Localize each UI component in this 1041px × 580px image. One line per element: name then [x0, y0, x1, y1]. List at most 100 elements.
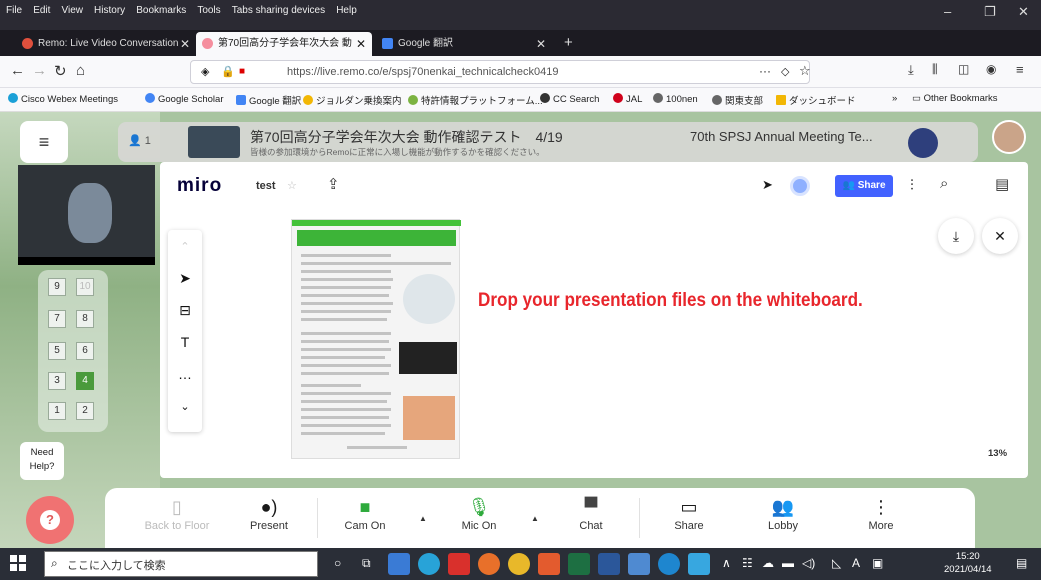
- mic-options-icon[interactable]: ▲: [531, 514, 539, 523]
- camera-permission-icon[interactable]: ■: [239, 66, 245, 77]
- cortana-icon[interactable]: ○: [334, 556, 341, 570]
- ime-indicator[interactable]: A: [852, 556, 860, 570]
- sidebar-icon[interactable]: ◫: [958, 62, 969, 76]
- task-view-icon[interactable]: ⧉: [362, 556, 371, 571]
- notes-icon[interactable]: ▤: [995, 175, 1009, 193]
- close-window-icon[interactable]: ✕: [1018, 4, 1029, 20]
- library-icon[interactable]: ⫼: [932, 62, 938, 77]
- floor-5[interactable]: 5: [48, 342, 66, 360]
- settings-sliders-icon[interactable]: ⫶: [910, 177, 914, 194]
- lobby-button[interactable]: 👥 Lobby: [747, 494, 819, 532]
- bookmark-star-icon[interactable]: ☆: [799, 63, 811, 79]
- download-board-button[interactable]: ⤓: [938, 218, 974, 254]
- page-actions-icon[interactable]: ···: [759, 64, 771, 78]
- app-icon[interactable]: [688, 553, 710, 575]
- text-tool-icon[interactable]: T: [168, 334, 202, 350]
- presenter-avatar[interactable]: [790, 176, 810, 196]
- menu-file[interactable]: File: [6, 0, 22, 22]
- menu-history[interactable]: History: [94, 0, 125, 22]
- share-screen-button[interactable]: ▭ Share: [653, 494, 725, 532]
- more-tools-icon[interactable]: …: [168, 366, 202, 382]
- cam-on-button[interactable]: ■ Cam On: [329, 494, 401, 532]
- bookmark-jorudan[interactable]: ジョルダン乗換案内: [303, 93, 402, 107]
- help-button[interactable]: ?: [26, 496, 74, 544]
- ie-icon[interactable]: [658, 553, 680, 575]
- bookmark-cc-search[interactable]: CC Search: [540, 93, 599, 105]
- expand-tools-icon[interactable]: ⌄: [168, 400, 202, 413]
- bookmark-jal[interactable]: JAL: [613, 93, 642, 105]
- tab-close-icon[interactable]: ✕: [180, 32, 190, 56]
- other-bookmarks[interactable]: ▭ Other Bookmarks: [912, 93, 998, 104]
- bookmark-webex[interactable]: Cisco Webex Meetings: [8, 93, 118, 105]
- explorer-icon[interactable]: [628, 553, 650, 575]
- bookmark-patent[interactable]: 特許情報プラットフォーム...: [408, 93, 543, 107]
- floor-6[interactable]: 6: [76, 342, 94, 360]
- new-tab-icon[interactable]: +: [564, 34, 573, 51]
- camera-options-icon[interactable]: ▲: [419, 514, 427, 523]
- pocket-icon[interactable]: ◇: [781, 65, 789, 78]
- chat-button[interactable]: ▀ Chat: [555, 494, 627, 532]
- floor-3[interactable]: 3: [48, 372, 66, 390]
- bookmark-translate[interactable]: Google 翻訳: [236, 93, 301, 107]
- menu-edit[interactable]: Edit: [33, 0, 50, 22]
- firefox-icon[interactable]: [478, 553, 500, 575]
- chrome-icon[interactable]: [508, 553, 530, 575]
- network-icon[interactable]: ☷: [742, 556, 753, 570]
- avatar[interactable]: [992, 120, 1026, 154]
- edge-icon[interactable]: [418, 553, 440, 575]
- template-tool-icon[interactable]: ⊟: [168, 302, 202, 319]
- account-icon[interactable]: ◉: [986, 62, 996, 76]
- present-button[interactable]: ●) Present: [233, 494, 305, 532]
- menu-bookmarks[interactable]: Bookmarks: [136, 0, 186, 22]
- cursor-icon[interactable]: ➤: [762, 177, 773, 193]
- menu-view[interactable]: View: [61, 0, 83, 22]
- upload-icon[interactable]: ⇪: [327, 175, 340, 193]
- menu-help[interactable]: Help: [336, 0, 357, 22]
- excel-icon[interactable]: [568, 553, 590, 575]
- floor-7[interactable]: 7: [48, 310, 66, 328]
- share-board-button[interactable]: 👥 Share: [835, 175, 893, 197]
- back-icon[interactable]: ←: [10, 62, 25, 79]
- floor-8[interactable]: 8: [76, 310, 94, 328]
- reload-icon[interactable]: ↻: [54, 62, 67, 80]
- volume-icon[interactable]: ◁): [802, 556, 815, 570]
- shield-icon[interactable]: ◈: [201, 65, 209, 78]
- app-store-icon[interactable]: [388, 553, 410, 575]
- star-icon[interactable]: ☆: [287, 179, 297, 192]
- minimize-icon[interactable]: –: [944, 4, 951, 19]
- presentation-document[interactable]: [291, 219, 461, 459]
- floor-1[interactable]: 1: [48, 402, 66, 420]
- onedrive-icon[interactable]: ☁: [762, 556, 774, 570]
- restore-icon[interactable]: ❐: [984, 4, 996, 20]
- zoom-level[interactable]: 13%: [988, 448, 1007, 459]
- remo-menu-button[interactable]: ≡: [20, 121, 68, 163]
- tab-conference[interactable]: 第70回高分子学会年次大会 動 ✕: [196, 32, 372, 56]
- home-icon[interactable]: ⌂: [76, 62, 85, 79]
- tray-expand-icon[interactable]: ∧: [722, 556, 731, 570]
- battery-icon[interactable]: ▬: [782, 556, 794, 570]
- search-icon[interactable]: ⌕: [940, 175, 948, 192]
- hamburger-menu-icon[interactable]: ≡: [1016, 62, 1024, 77]
- tab-close-icon[interactable]: ✕: [356, 32, 366, 56]
- notifications-icon[interactable]: ▤: [1016, 556, 1027, 570]
- floor-9[interactable]: 9: [48, 278, 66, 296]
- bookmark-scholar[interactable]: Google Scholar: [145, 93, 223, 105]
- menu-tabs-sharing[interactable]: Tabs sharing devices: [232, 0, 325, 22]
- taskbar-search-input[interactable]: ⌕ ここに入力して検索: [44, 551, 318, 577]
- select-tool-icon[interactable]: ➤: [168, 270, 202, 287]
- menu-tools[interactable]: Tools: [197, 0, 220, 22]
- url-text[interactable]: https://live.remo.co/e/spsj70nenkai_tech…: [287, 66, 559, 78]
- tab-google-translate[interactable]: Google 翻訳 ✕: [376, 32, 552, 56]
- bookmark-kanto[interactable]: 関東支部: [712, 93, 763, 107]
- clock[interactable]: 15:20 2021/04/14: [944, 550, 992, 576]
- windows-start-icon[interactable]: [10, 555, 26, 571]
- forward-icon[interactable]: →: [32, 62, 47, 79]
- wifi-icon[interactable]: ◺: [832, 556, 841, 570]
- keyboard-icon[interactable]: ▣: [872, 556, 883, 570]
- close-board-button[interactable]: ✕: [982, 218, 1018, 254]
- board-name[interactable]: test: [256, 180, 276, 192]
- bookmark-100nen[interactable]: 100nen: [653, 93, 698, 105]
- bookmarks-overflow-icon[interactable]: »: [892, 93, 897, 104]
- tab-close-icon[interactable]: ✕: [536, 32, 546, 56]
- bookmark-dashboard[interactable]: ダッシュボード: [776, 93, 856, 107]
